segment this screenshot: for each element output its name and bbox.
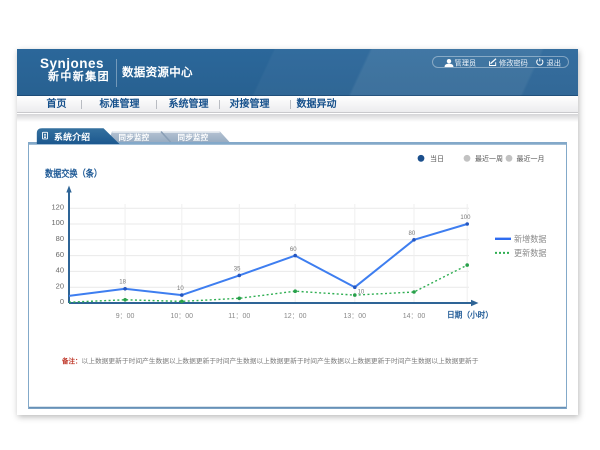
svg-text:100: 100 xyxy=(460,215,471,221)
svg-text:10: 10 xyxy=(177,286,184,292)
svg-text:12：00: 12：00 xyxy=(284,313,307,320)
svg-text:60: 60 xyxy=(290,247,297,253)
svg-text:18: 18 xyxy=(119,280,126,286)
svg-text:系统介绍: 系统介绍 xyxy=(54,131,90,142)
svg-text:退出: 退出 xyxy=(547,59,561,68)
svg-text:11：00: 11：00 xyxy=(228,313,250,320)
svg-text:日期（小时）: 日期（小时） xyxy=(447,310,493,320)
svg-text:当日: 当日 xyxy=(430,154,444,163)
svg-text:更新数据: 更新数据 xyxy=(514,248,547,258)
svg-text:10: 10 xyxy=(358,290,365,296)
svg-text:同步监控: 同步监控 xyxy=(119,132,150,142)
svg-text:60: 60 xyxy=(56,250,64,259)
svg-text:40: 40 xyxy=(56,266,64,275)
svg-text:80: 80 xyxy=(409,231,416,237)
svg-text:120: 120 xyxy=(51,202,64,211)
svg-text:0: 0 xyxy=(60,297,64,306)
svg-text:最近一周: 最近一周 xyxy=(475,154,503,163)
svg-text:80: 80 xyxy=(56,234,64,243)
svg-text:同步监控: 同步监控 xyxy=(178,132,209,142)
svg-text:管理员: 管理员 xyxy=(455,59,477,68)
svg-text:35: 35 xyxy=(234,267,241,273)
svg-text:14：00: 14：00 xyxy=(403,313,426,320)
svg-text:新增数据: 新增数据 xyxy=(514,234,547,244)
svg-text:10：00: 10：00 xyxy=(171,313,194,320)
svg-text:9：00: 9：00 xyxy=(116,313,135,320)
svg-text:100: 100 xyxy=(51,218,64,227)
svg-text:13：00: 13：00 xyxy=(344,313,367,320)
svg-text:修改密码: 修改密码 xyxy=(499,59,528,68)
svg-text:20: 20 xyxy=(56,281,64,290)
svg-text:备注：以上数据更新于时间产生数据以上数据更新于时间产生数据以: 备注：以上数据更新于时间产生数据以上数据更新于时间产生数据以上数据更新于时间产生… xyxy=(61,356,479,365)
svg-text:最近一月: 最近一月 xyxy=(517,154,545,163)
svg-text:数据交换（条）: 数据交换（条） xyxy=(44,168,102,180)
